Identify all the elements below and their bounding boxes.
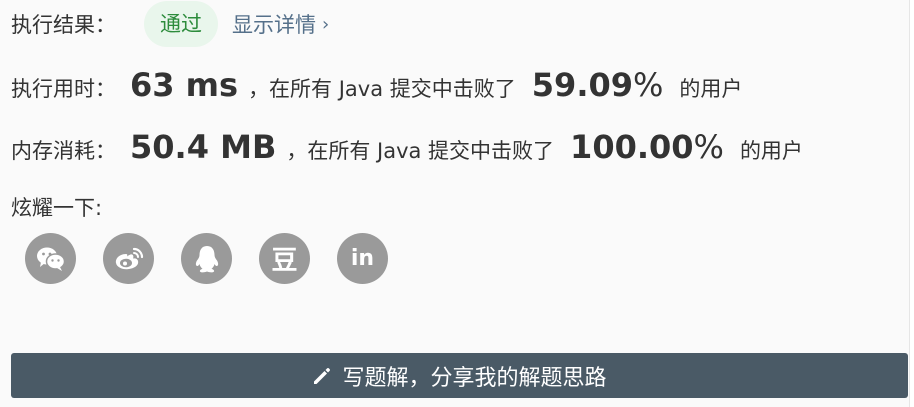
panel-right-edge (909, 0, 914, 407)
memory-percent: 100.00% (570, 128, 724, 166)
runtime-percent: 59.09% (532, 66, 664, 104)
pencil-icon (314, 367, 331, 384)
runtime-percent-number: 59.09 (531, 66, 633, 104)
memory-suffix: 的用户 (739, 139, 803, 163)
share-label: 炫耀一下: (11, 196, 103, 220)
wechat-icon[interactable] (25, 233, 76, 284)
show-details-label: 显示详情 (232, 13, 316, 37)
runtime-label: 执行用时： (11, 77, 116, 101)
douban-icon[interactable]: 豆 (259, 233, 310, 284)
share-icons: 豆 in (25, 233, 388, 284)
memory-percent-number: 100.00 (570, 128, 694, 166)
runtime-percent-symbol: % (633, 66, 664, 104)
memory-beat-text: ，在所有 Java 提交中击败了 (286, 139, 555, 163)
result-row: 执行结果： 通过 显示详情 › (11, 0, 329, 48)
memory-value: 50.4 MB (130, 128, 277, 166)
memory-row: 内存消耗： 50.4 MB ，在所有 Java 提交中击败了 100.00% 的… (11, 128, 803, 166)
qq-icon[interactable] (181, 233, 232, 284)
write-solution-label: 写题解，分享我的解题思路 (342, 365, 607, 391)
runtime-row: 执行用时： 63 ms ，在所有 Java 提交中击败了 59.09% 的用户 (11, 66, 742, 104)
runtime-suffix: 的用户 (679, 77, 743, 101)
linkedin-icon[interactable]: in (337, 233, 388, 284)
memory-percent-symbol: % (693, 128, 724, 166)
douban-glyph: 豆 (271, 246, 298, 276)
runtime-value: 63 ms (130, 66, 239, 104)
write-solution-button[interactable]: 写题解，分享我的解题思路 (11, 353, 908, 398)
chevron-right-icon: › (322, 13, 330, 35)
runtime-beat-text: ，在所有 Java 提交中击败了 (248, 77, 516, 101)
weibo-icon[interactable] (103, 233, 154, 284)
result-label: 执行结果： (11, 13, 116, 37)
memory-label: 内存消耗： (11, 139, 116, 163)
status-badge: 通过 (144, 1, 218, 47)
linkedin-glyph: in (350, 246, 375, 271)
show-details-link[interactable]: 显示详情 › (232, 9, 329, 39)
